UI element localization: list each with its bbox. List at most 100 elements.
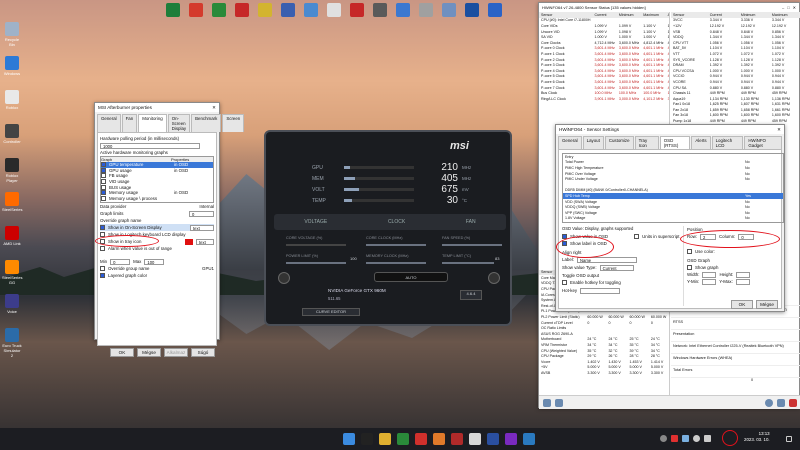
settings-icon[interactable]	[777, 398, 785, 407]
table-row[interactable]: P-core 2 Clock 3,601.4 MHz 3,600.0 MHz 4,60…	[539, 57, 669, 63]
volume-icon[interactable]	[704, 435, 711, 442]
clock-icon[interactable]	[765, 398, 773, 407]
desktop-icon[interactable]	[394, 3, 412, 33]
desktop-icon[interactable]: Controller	[2, 124, 22, 152]
width-input[interactable]	[702, 271, 717, 278]
table-row[interactable]: P-core 5 Clock 3,601.4 MHz 3,600.0 MHz 4,60…	[539, 74, 669, 80]
taskbar-app-icon[interactable]	[469, 433, 481, 445]
temp-limit-slider[interactable]	[442, 262, 494, 264]
table-row[interactable]: P-core 3 Clock 3,601.4 MHz 3,600.0 MHz 4,60…	[539, 62, 669, 68]
graph-checkbox[interactable]	[101, 195, 106, 201]
curve-editor-button[interactable]: CURVE EDITOR	[302, 308, 360, 316]
fan-speed-slider[interactable]	[442, 244, 502, 246]
table-row[interactable]: P-core 4 Clock 3,601.4 MHz 3,600.0 MHz 4,60…	[539, 68, 669, 74]
power-limit-slider[interactable]	[286, 262, 346, 264]
tab-benchmark[interactable]: Benchmark	[191, 114, 222, 132]
ymax-input[interactable]	[735, 278, 750, 285]
settings-tab[interactable]: Layout	[582, 136, 604, 149]
notification-icon[interactable]	[786, 436, 792, 442]
settings-cancel-button[interactable]: Mégse	[756, 300, 778, 309]
desktop-icon[interactable]: Windows	[2, 56, 22, 84]
desktop-icon[interactable]: Voice	[2, 294, 22, 322]
clock-date[interactable]: 2023. 03. 10.	[744, 437, 770, 443]
graphs-list[interactable]: Graph Properties GPU temperature in OSD GPU…	[100, 156, 214, 203]
desktop-icon[interactable]: Euro Truck Simulator 2	[2, 328, 22, 358]
taskbar-app-icon[interactable]	[415, 433, 427, 445]
desktop-icon[interactable]: Recycle Bin	[2, 22, 22, 50]
override-group-checkbox[interactable]	[100, 266, 105, 271]
osd-entries-list[interactable]: Entry Total Power No PMIC High Temperature N…	[562, 153, 784, 223]
settings-tab[interactable]: Customize	[604, 136, 634, 149]
graph-checkbox[interactable]	[101, 190, 106, 196]
hotkey-checkbox[interactable]	[562, 280, 567, 285]
sensor-group[interactable]: Total Errors	[671, 366, 800, 378]
tab-general[interactable]: General	[97, 114, 121, 132]
graph-checkbox[interactable]	[101, 162, 106, 168]
osd-entry-row[interactable]: 1.0V VOUT VoltageNo	[563, 221, 783, 223]
apply-button[interactable]: Alkalmaz	[164, 348, 188, 357]
desktop-icon[interactable]	[486, 3, 504, 33]
tab-fan[interactable]: Fan	[121, 114, 138, 132]
max-input[interactable]: 100	[144, 258, 165, 265]
tray-overflow-icon[interactable]	[660, 435, 667, 442]
use-color-checkbox[interactable]	[687, 249, 692, 254]
core-voltage-slider[interactable]	[286, 244, 346, 246]
settings-tab[interactable]: Tray Icon	[634, 136, 659, 149]
reset-icon[interactable]	[488, 272, 500, 284]
show-graph-checkbox[interactable]	[687, 265, 692, 270]
hotkey-input[interactable]	[580, 287, 621, 294]
desktop-icon[interactable]	[256, 3, 274, 33]
taskbar-app-icon[interactable]	[361, 433, 373, 445]
desktop-icon[interactable]	[302, 3, 320, 33]
maximize-icon[interactable]: □	[787, 5, 789, 10]
report-icon[interactable]	[555, 398, 563, 407]
settings-tab[interactable]: OSD (RTSS)	[659, 136, 691, 149]
close-icon[interactable]: ✕	[212, 105, 216, 111]
graph-checkbox[interactable]	[101, 184, 106, 190]
desktop-icon[interactable]	[279, 3, 297, 33]
hwinfo-tray-icon[interactable]	[682, 435, 689, 442]
table-row[interactable]: Uncore VID1.099 V1.098 V1.100 V1.099 V	[539, 29, 669, 35]
graph-checkbox[interactable]	[101, 179, 106, 185]
graph-limits-input[interactable]: 0	[189, 210, 214, 217]
desktop-icon[interactable]: Roblox	[2, 90, 22, 118]
settings-tab[interactable]: HWiNFO Gadget	[744, 136, 782, 149]
afterburner-tray-icon[interactable]	[671, 435, 678, 442]
desktop-icon[interactable]	[233, 3, 251, 33]
graph-list-item[interactable]: Memory usage \ process	[101, 195, 213, 202]
ymin-input[interactable]	[702, 278, 717, 285]
network-icon[interactable]	[693, 435, 700, 442]
help-button[interactable]: Súgó	[191, 348, 215, 357]
taskbar-app-icon[interactable]	[397, 433, 409, 445]
tab-screen[interactable]: Screen	[222, 114, 245, 132]
tab-osd[interactable]: On-Screen Display	[167, 114, 191, 132]
core-clock-slider[interactable]	[366, 244, 426, 246]
desktop-icon[interactable]	[463, 3, 481, 33]
layered-checkbox[interactable]	[100, 273, 105, 278]
tray-color-swatch[interactable]	[185, 238, 193, 245]
tab-monitoring[interactable]: Monitoring	[138, 114, 167, 132]
tray-mode-select[interactable]: text	[196, 238, 214, 245]
value-type-select[interactable]: Current	[599, 264, 634, 271]
min-input[interactable]: 0	[110, 258, 131, 265]
units-checkbox[interactable]	[634, 234, 640, 239]
settings-ok-button[interactable]: OK	[731, 300, 753, 309]
taskbar-app-icon[interactable]	[433, 433, 445, 445]
ok-button[interactable]: OK	[110, 348, 134, 357]
minimize-icon[interactable]: –	[782, 5, 784, 10]
desktop-icon[interactable]	[164, 3, 182, 33]
settings-tab[interactable]: Alerts	[691, 136, 711, 149]
table-row[interactable]: P-core 1 Clock 3,601.4 MHz 3,600.0 MHz 4,60…	[539, 51, 669, 57]
osd-checkbox[interactable]	[100, 225, 105, 230]
sensor-group[interactable]: Presentation	[671, 330, 800, 342]
desktop-icon[interactable]: Roblox Player	[2, 158, 22, 186]
sensor-group[interactable]: Windows Hardware Errors (WHEA)	[671, 354, 800, 366]
graph-checkbox[interactable]	[101, 167, 106, 173]
desktop-icon[interactable]	[348, 3, 366, 33]
sensor-group[interactable]: RTSS	[671, 318, 800, 330]
memory-clock-slider[interactable]	[366, 262, 426, 264]
close-icon[interactable]: ✕	[793, 5, 796, 10]
taskbar-app-icon[interactable]	[451, 433, 463, 445]
exit-icon[interactable]	[789, 398, 797, 407]
desktop-icon[interactable]	[325, 3, 343, 33]
